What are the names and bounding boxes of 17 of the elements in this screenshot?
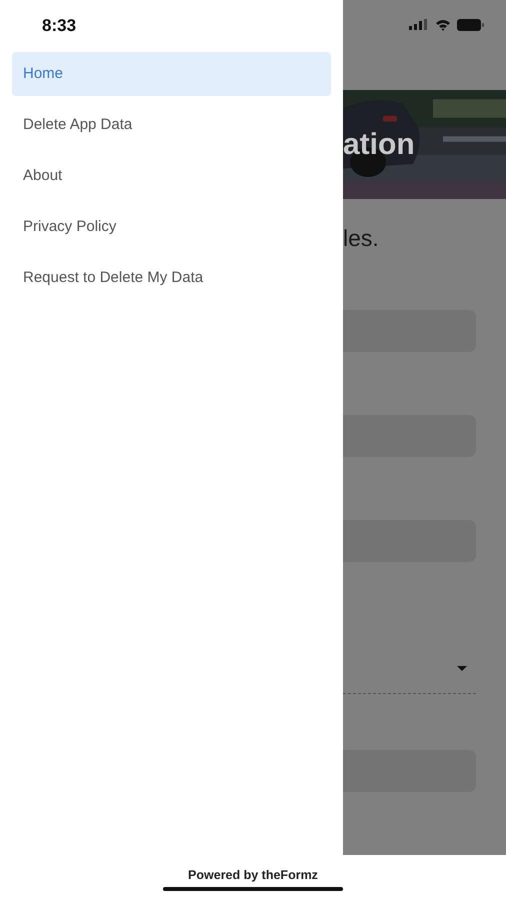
caret-icon bbox=[457, 666, 467, 671]
battery-icon bbox=[457, 18, 484, 30]
input-field[interactable] bbox=[343, 415, 476, 457]
input-field[interactable] bbox=[343, 750, 476, 792]
menu-item[interactable]: Delete App Data bbox=[12, 103, 331, 147]
powered-by-text: Powered by theFormz bbox=[188, 868, 318, 882]
menu-item[interactable]: Home bbox=[12, 52, 331, 96]
menu-item[interactable]: Privacy Policy bbox=[12, 205, 331, 249]
input-field[interactable] bbox=[343, 520, 476, 562]
banner-title: ation bbox=[343, 128, 415, 162]
menu-item[interactable]: About bbox=[12, 154, 331, 198]
status-time: 8:33 bbox=[41, 15, 78, 36]
wifi-icon bbox=[435, 18, 451, 30]
signal-icon bbox=[409, 19, 429, 30]
input-field[interactable] bbox=[343, 310, 476, 352]
subtitle: les. bbox=[343, 225, 380, 253]
menu-item[interactable]: Request to Delete My Data bbox=[12, 256, 331, 300]
